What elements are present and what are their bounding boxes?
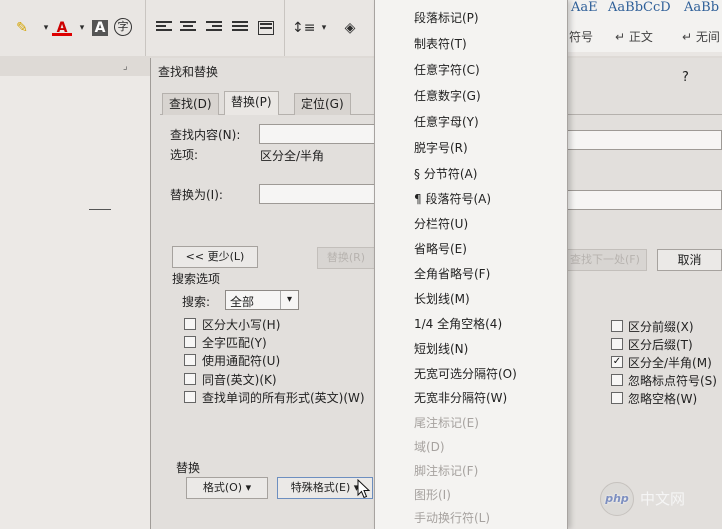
all-word-forms-checkbox[interactable] [184,391,196,403]
paint-bucket-icon[interactable]: ◈ [340,18,360,38]
replace-with-input-right[interactable] [567,190,722,210]
align-left-icon[interactable] [156,21,172,35]
whole-word-checkbox[interactable] [184,336,196,348]
all-word-forms-label: 查找单词的所有形式(英文)(W) [202,391,365,405]
ignore-space-label: 忽略空格(W) [628,392,698,406]
full-half-width-label: 区分全/半角(M) [628,356,712,370]
menu-item-zero-width-non-break[interactable]: 无宽非分隔符(W) [414,389,507,406]
mouse-pointer-icon [357,479,371,499]
highlight-icon[interactable]: ✎ [12,18,32,38]
find-next-button[interactable]: 查找下一处(F) [567,249,647,271]
sounds-like-label: 同音(英文)(K) [202,373,277,387]
replace-with-input[interactable] [259,184,375,204]
menu-item-any-digit[interactable]: 任意数字(G) [414,87,481,104]
menu-item-footnote-mark[interactable]: 脚注标记(F) [414,462,478,479]
style-sample: AaE [571,0,598,15]
chevron-down-icon[interactable]: ▾ [280,291,298,309]
document-page[interactable] [0,76,150,529]
watermark-text: 中文网 [640,490,686,508]
styles-gallery[interactable]: AaE 符号 AaBbCcD ↵ 正文 AaBb ↵ 无间 [567,0,722,52]
match-suffix-checkbox[interactable] [611,338,623,350]
cancel-button[interactable]: 取消 [657,249,722,271]
distributed-icon[interactable] [258,21,274,35]
menu-item-zero-width-optional-break[interactable]: 无宽可选分隔符(O) [414,365,517,382]
match-prefix-label: 区分前缀(X) [628,320,694,334]
line-spacing-icon[interactable]: ↕≡ [292,18,315,38]
php-logo: php [600,482,634,516]
char-shading-icon[interactable]: A [92,20,108,36]
style-name: ↵ 无间 [682,30,720,44]
menu-item-paragraph-mark[interactable]: 段落标记(P) [414,9,479,26]
tab-find[interactable]: 查找(D) [162,93,219,115]
format-button[interactable]: 格式(O) ▾ [186,477,268,499]
menu-item-paragraph-char[interactable]: ¶ 段落符号(A) [414,190,491,207]
find-what-label: 查找内容(N): [170,128,241,142]
chevron-down-icon[interactable]: ▾ [314,18,334,38]
tab-goto[interactable]: 定位(G) [294,93,351,115]
wildcards-checkbox[interactable] [184,354,196,366]
menu-item-endnote-mark[interactable]: 尾注标记(E) [414,414,479,431]
whole-word-label: 全字匹配(Y) [202,336,267,350]
ribbon: ✎ ▾ A ▾ A 字 ↕≡ ▾ ◈ AaE 符号 AaBbCcD ↵ 正文 A… [0,0,722,58]
find-what-input[interactable] [259,124,375,144]
help-button[interactable]: ? [682,70,689,85]
match-case-checkbox[interactable] [184,318,196,330]
enclose-char-icon[interactable]: 字 [114,18,132,36]
tab-replace[interactable]: 替换(P) [224,91,279,115]
align-center-icon[interactable] [180,21,196,35]
match-case-label: 区分大小写(H) [202,318,281,332]
style-name: 符号 [569,30,594,44]
style-name: ↵ 正文 [615,30,653,44]
text-cursor-mark [89,209,111,210]
menu-item-section-char[interactable]: § 分节符(A) [414,165,477,182]
options-value: 区分全/半角 [260,149,325,163]
ignore-punctuation-checkbox[interactable] [611,374,623,386]
less-button[interactable]: << 更少(L) [172,246,258,268]
dialog-title: 查找和替换 [158,65,219,79]
search-direction-label: 搜索: [182,295,211,309]
options-label: 选项: [170,148,199,162]
menu-item-column-break[interactable]: 分栏符(U) [414,215,468,232]
menu-item-quarter-em-space[interactable]: 1/4 全角空格(4) [414,315,502,332]
dialog-launcher-icon[interactable]: ⌟ [123,61,128,72]
menu-item-ellipsis[interactable]: 省略号(E) [414,240,467,257]
replace-with-label: 替换为(I): [170,188,223,202]
find-what-input-right[interactable] [567,130,722,150]
menu-item-graphic[interactable]: 图形(I) [414,486,451,503]
menu-item-em-dash[interactable]: 长划线(M) [414,290,470,307]
menu-item-any-letter[interactable]: 任意字母(Y) [414,113,479,130]
style-sample: AaBbCcD [608,0,671,15]
menu-item-en-dash[interactable]: 短划线(N) [414,340,468,357]
full-half-width-checkbox[interactable]: ✓ [611,356,623,368]
search-direction-value: 全部 [230,295,255,309]
menu-item-any-char[interactable]: 任意字符(C) [414,61,480,78]
menu-item-caret[interactable]: 脱字号(R) [414,139,468,156]
menu-item-tab-char[interactable]: 制表符(T) [414,35,467,52]
wildcards-label: 使用通配符(U) [202,354,281,368]
replace-section-title: 替换 [176,461,201,475]
match-prefix-checkbox[interactable] [611,320,623,332]
justify-icon[interactable] [232,21,248,35]
sounds-like-checkbox[interactable] [184,373,196,385]
match-suffix-label: 区分后缀(T) [628,338,693,352]
search-options-title: 搜索选项 [172,272,221,286]
menu-item-field[interactable]: 域(D) [414,438,445,455]
align-right-icon[interactable] [206,21,222,35]
ignore-punctuation-label: 忽略标点符号(S) [628,374,717,388]
menu-item-full-width-ellipsis[interactable]: 全角省略号(F) [414,265,490,282]
font-color-icon[interactable]: A [52,18,72,36]
ignore-space-checkbox[interactable] [611,392,623,404]
menu-item-manual-line-break[interactable]: 手动换行符(L) [414,509,490,526]
chevron-down-icon[interactable]: ▾ [72,18,92,38]
style-sample: AaBb [684,0,720,15]
replace-button[interactable]: 替换(R) [317,247,375,269]
